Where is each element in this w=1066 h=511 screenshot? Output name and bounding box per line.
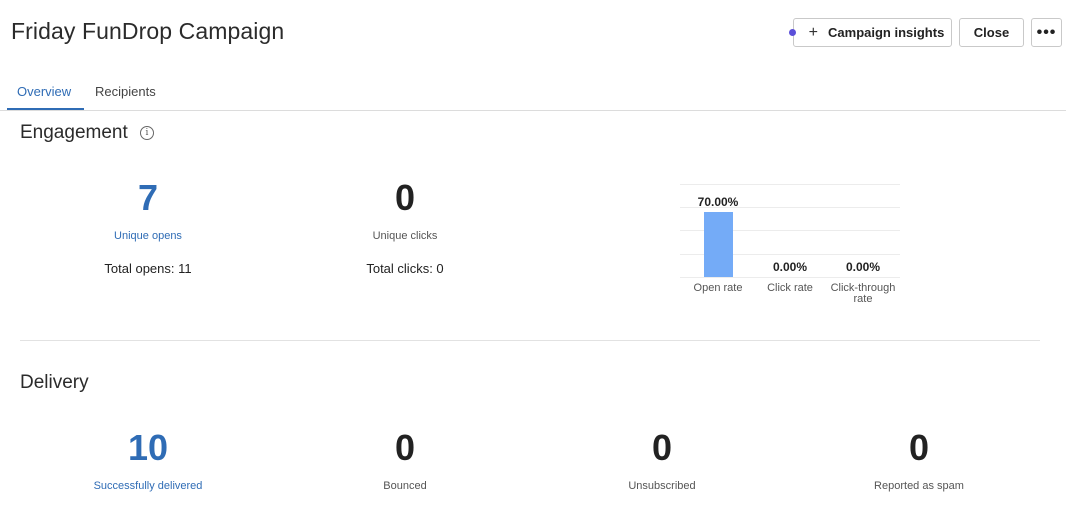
- page-title: Friday FunDrop Campaign: [11, 18, 285, 44]
- chart-data-label: 70.00%: [697, 195, 739, 209]
- info-icon[interactable]: i: [140, 126, 154, 140]
- bounced-label: Bounced: [383, 480, 427, 492]
- chart-gridline: [680, 184, 900, 185]
- unique-clicks-value: 0: [394, 177, 416, 218]
- engagement-rate-chart: 70.00% Open rate 0.00% Click rate 0.00% Click…: [680, 184, 900, 305]
- campaign-page: Friday FunDrop Campaign + Campaign insig…: [0, 0, 1066, 511]
- delivery-title: Delivery: [20, 372, 89, 393]
- unsubscribed-metric: 0 Unsubscribed: [562, 427, 762, 493]
- tabs-divider: [0, 110, 1066, 111]
- plus-icon: +: [808, 23, 819, 41]
- unsubscribed-value: 0: [651, 427, 673, 468]
- delivered-label[interactable]: Successfully delivered: [48, 480, 248, 492]
- tab-recipients[interactable]: Recipients: [95, 84, 156, 99]
- delivered-metric: 10 Successfully delivered: [48, 427, 248, 493]
- unique-opens-metric: 7 Unique opens Total opens: 11: [48, 177, 248, 277]
- tab-overview[interactable]: Overview: [17, 84, 71, 99]
- unique-clicks-metric: 0 Unique clicks Total clicks: 0: [305, 177, 505, 277]
- spam-value: 0: [908, 427, 930, 468]
- chart-gridline: [680, 277, 900, 278]
- bounced-value: 0: [394, 427, 416, 468]
- total-clicks: Total clicks: 0: [366, 261, 444, 276]
- notification-dot: [789, 29, 796, 36]
- close-button[interactable]: Close: [959, 18, 1024, 47]
- delivered-value: 10: [127, 427, 169, 468]
- chart-category-label: Open rate: [693, 282, 743, 294]
- more-options-button[interactable]: •••: [1031, 18, 1062, 47]
- unique-clicks-label: Unique clicks: [372, 230, 438, 242]
- ellipsis-icon: •••: [1036, 23, 1057, 41]
- engagement-title: Engagement: [20, 122, 128, 143]
- section-divider: [20, 340, 1040, 341]
- chart-bar[interactable]: [703, 212, 733, 277]
- total-opens: Total opens: 11: [104, 261, 192, 276]
- unsubscribed-label: Unsubscribed: [628, 480, 696, 492]
- spam-metric: 0 Reported as spam: [819, 427, 1019, 493]
- unique-opens-value: 7: [137, 177, 159, 218]
- campaign-insights-button[interactable]: + Campaign insights: [793, 18, 952, 47]
- chart-data-label: 0.00%: [845, 260, 881, 274]
- chart-category-label: Click-through rate: [830, 282, 896, 305]
- campaign-insights-label: Campaign insights: [828, 25, 945, 40]
- bounced-metric: 0 Bounced: [305, 427, 505, 493]
- unique-opens-label[interactable]: Unique opens: [48, 230, 248, 242]
- spam-label: Reported as spam: [874, 480, 964, 492]
- chart-category-label: Click rate: [767, 282, 813, 294]
- chart-data-label: 0.00%: [772, 260, 808, 274]
